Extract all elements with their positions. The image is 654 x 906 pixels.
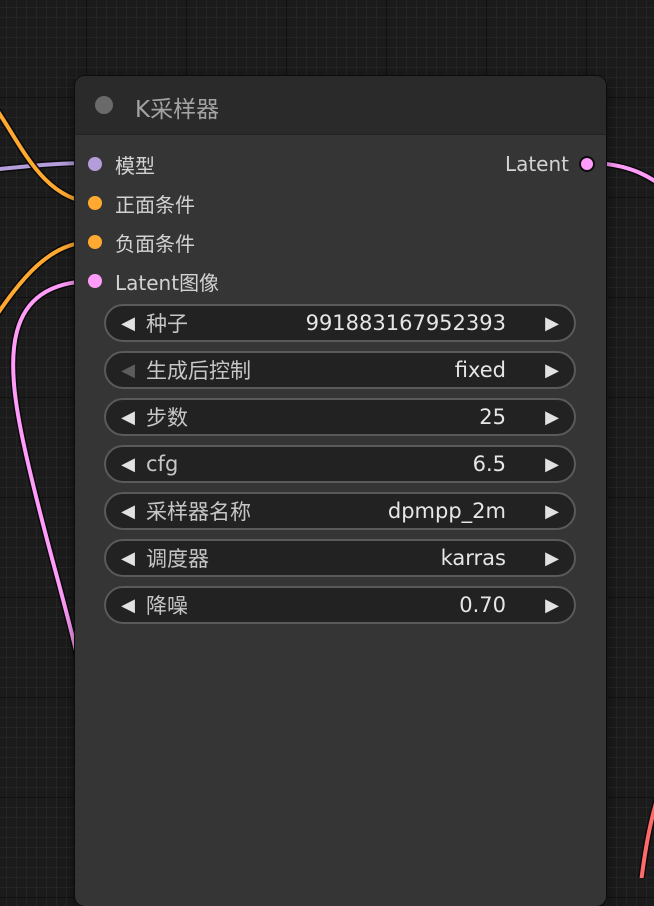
widget-steps[interactable]: ◀ 步数 25 ▶ [104,398,576,436]
collapse-toggle-icon[interactable] [95,96,113,114]
widget-value[interactable]: fixed [455,358,506,382]
output-slot-latent[interactable]: Latent [505,152,595,176]
widget-value[interactable]: 991883167952393 [306,311,506,335]
input-slot-label: 负面条件 [115,231,195,256]
increment-arrow-icon[interactable]: ▶ [542,501,562,522]
input-slot-label: 正面条件 [115,192,195,217]
widget-value[interactable]: dpmpp_2m [388,499,506,523]
decrement-arrow-icon[interactable]: ◀ [118,313,138,334]
positive-slot-dot-icon[interactable] [88,196,102,210]
increment-arrow-icon[interactable]: ▶ [542,548,562,569]
output-slot-label: Latent [504,152,569,176]
node-header[interactable]: K采样器 [75,76,606,135]
widget-label: cfg [146,452,179,476]
widget-scheduler[interactable]: ◀ 调度器 karras ▶ [104,539,576,577]
decrement-arrow-icon[interactable]: ◀ [118,501,138,522]
increment-arrow-icon[interactable]: ▶ [542,313,562,334]
decrement-arrow-icon[interactable]: ◀ [118,454,138,475]
widget-cfg[interactable]: ◀ cfg 6.5 ▶ [104,445,576,483]
widget-denoise[interactable]: ◀ 降噪 0.70 ▶ [104,586,576,624]
widget-seed[interactable]: ◀ 种子 991883167952393 ▶ [104,304,576,342]
widget-label: 生成后控制 [146,359,251,383]
input-slot-negative[interactable]: 负面条件 [88,230,195,256]
model-slot-dot-icon[interactable] [88,157,102,171]
widget-value[interactable]: 0.70 [459,593,506,617]
decrement-arrow-icon[interactable]: ◀ [118,595,138,616]
input-slot-label: 模型 [115,153,155,178]
widget-value[interactable]: karras [441,546,506,570]
latent-slot-dot-icon[interactable] [88,274,102,288]
increment-arrow-icon[interactable]: ▶ [542,407,562,428]
decrement-arrow-icon[interactable]: ◀ [118,548,138,569]
widget-label: 降噪 [146,594,188,618]
ksampler-node[interactable]: K采样器 模型 正面条件 负面条件 Latent图像 Latent ◀ 种子 9… [75,76,606,906]
widget-label: 种子 [146,312,188,336]
widget-sampler-name[interactable]: ◀ 采样器名称 dpmpp_2m ▶ [104,492,576,530]
latent-output-dot-icon[interactable] [579,156,595,172]
widget-value[interactable]: 6.5 [473,452,506,476]
decrement-arrow-icon[interactable]: ◀ [118,360,138,381]
input-slot-model[interactable]: 模型 [88,152,155,178]
widget-label: 调度器 [146,547,209,571]
input-slot-latent-image[interactable]: Latent图像 [88,269,220,295]
widget-control-after-generate[interactable]: ◀ 生成后控制 fixed ▶ [104,351,576,389]
node-title: K采样器 [135,97,220,123]
increment-arrow-icon[interactable]: ▶ [542,454,562,475]
input-slot-label: Latent图像 [115,270,220,295]
negative-slot-dot-icon[interactable] [88,235,102,249]
widget-value[interactable]: 25 [479,405,506,429]
widget-label: 采样器名称 [146,500,251,524]
decrement-arrow-icon[interactable]: ◀ [118,407,138,428]
increment-arrow-icon[interactable]: ▶ [542,360,562,381]
widget-label: 步数 [146,406,188,430]
input-slot-positive[interactable]: 正面条件 [88,191,195,217]
increment-arrow-icon[interactable]: ▶ [542,595,562,616]
